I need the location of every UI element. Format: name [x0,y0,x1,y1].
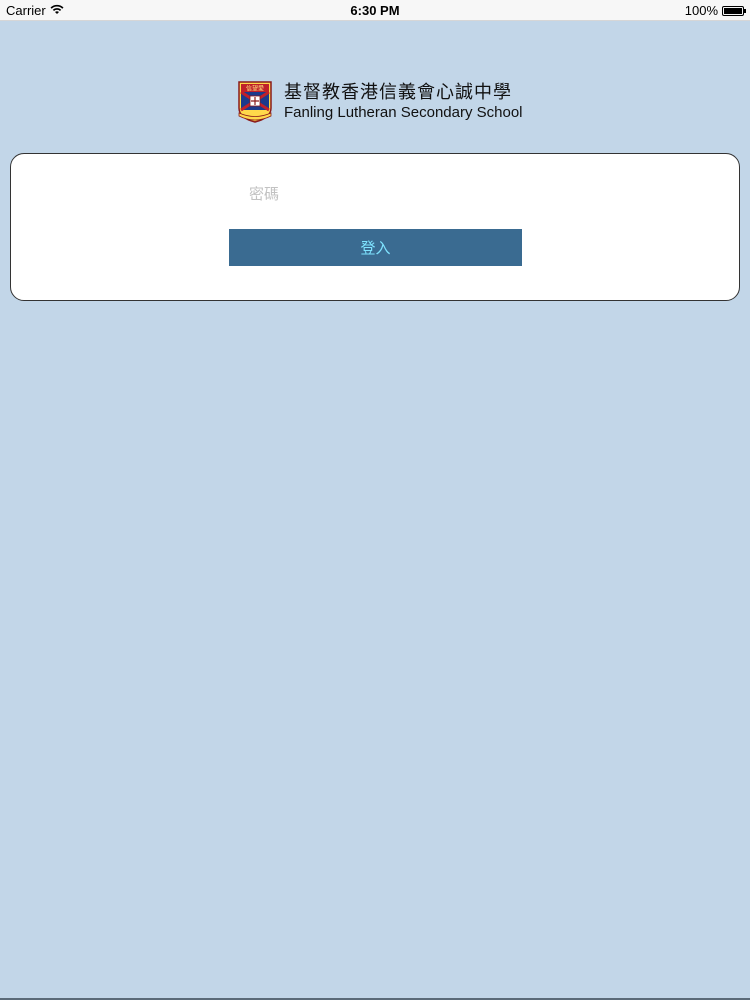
battery-icon [722,5,746,16]
school-crest-icon: 信望愛 [238,81,272,123]
school-name-en: Fanling Lutheran Secondary School [284,104,523,121]
status-right: 100% [684,3,746,18]
school-names: 基督教香港信義會心誠中學 Fanling Lutheran Secondary … [284,82,523,122]
svg-text:信望愛: 信望愛 [246,85,264,93]
school-name-zh: 基督教香港信義會心誠中學 [284,82,512,103]
login-button[interactable]: 登入 [229,229,522,266]
school-header: 信望愛 基督教香港信義會心誠中學 Fanling Lutheran Second… [236,80,523,124]
password-field[interactable] [239,176,533,212]
login-card: 登入 [10,153,740,301]
status-time: 6:30 PM [350,3,400,18]
battery-percent: 100% [684,3,718,18]
status-bar: Carrier 6:30 PM 100% [0,0,750,21]
